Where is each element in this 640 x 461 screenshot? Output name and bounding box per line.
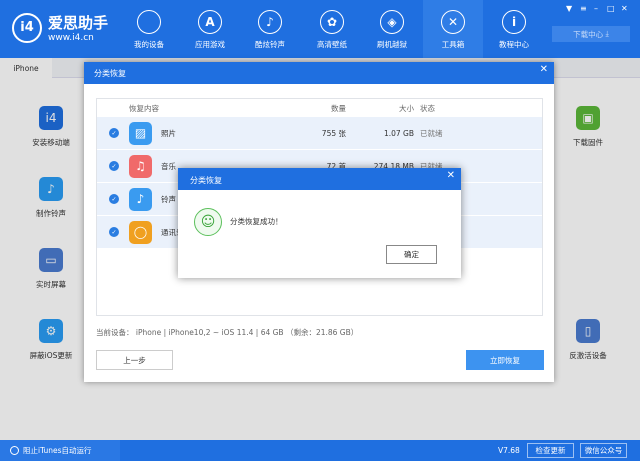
box-icon: ◈ bbox=[380, 10, 404, 34]
skin-icon[interactable]: ▼ bbox=[566, 4, 572, 13]
block-itunes-toggle[interactable]: 阻止iTunes自动运行 bbox=[0, 440, 120, 461]
smile-icon: ☺ bbox=[194, 208, 222, 236]
checkbox-checked[interactable]: ✓ bbox=[109, 194, 119, 204]
nav-flash-jailbreak[interactable]: ◈ 刷机越狱 bbox=[362, 0, 422, 58]
close-icon[interactable]: ✕ bbox=[540, 64, 548, 75]
bell-icon: ♪ bbox=[129, 187, 152, 211]
table-header: 恢复内容 数量 大小 状态 bbox=[97, 99, 542, 117]
info-icon: i bbox=[502, 10, 526, 34]
status-bar: 阻止iTunes自动运行 V7.68 检查更新 微信公众号 bbox=[0, 440, 640, 461]
table-row[interactable]: ✓ ▨ 照片 755 张 1.07 GB 已就绪 bbox=[97, 117, 542, 150]
top-bar: i4 爱思助手 www.i4.cn 我的设备 A 应用游戏 ♪ 酷炫铃声 ✿ 高清壁纸 ◈… bbox=[0, 0, 640, 58]
dialog-title: 分类恢复 bbox=[94, 69, 126, 78]
block-itunes-label: 阻止iTunes自动运行 bbox=[23, 446, 92, 455]
check-update-button[interactable]: 检查更新 bbox=[527, 443, 574, 458]
download-center-label: 下载中心 bbox=[573, 29, 604, 39]
ok-button[interactable]: 确定 bbox=[386, 245, 437, 264]
previous-step-button[interactable]: 上一步 bbox=[96, 350, 173, 370]
version-label: V7.68 bbox=[498, 446, 520, 455]
nav-toolbox[interactable]: ✕ 工具箱 bbox=[423, 0, 483, 58]
close-icon[interactable]: ✕ bbox=[447, 170, 455, 181]
header-count: 数量 bbox=[331, 103, 346, 113]
apple-icon bbox=[137, 10, 161, 34]
nav-label: 应用游戏 bbox=[195, 40, 225, 49]
row-count: 755 张 bbox=[321, 128, 346, 138]
row-name: 铃声 bbox=[161, 194, 176, 204]
bell-icon: ♪ bbox=[258, 10, 282, 34]
music-icon: ♫ bbox=[129, 154, 152, 178]
app-store-icon: A bbox=[198, 10, 222, 34]
restore-now-button[interactable]: 立即恢复 bbox=[466, 350, 544, 370]
nav-my-device[interactable]: 我的设备 bbox=[119, 0, 179, 58]
photo-icon: ▨ bbox=[129, 121, 152, 145]
nav-apps[interactable]: A 应用游戏 bbox=[180, 0, 240, 58]
tools-icon: ✕ bbox=[441, 10, 465, 34]
wechat-button[interactable]: 微信公众号 bbox=[580, 443, 627, 458]
nav-label: 教程中心 bbox=[499, 40, 529, 49]
alert-message: 分类恢复成功！ bbox=[230, 217, 283, 226]
nav-label: 刷机越狱 bbox=[377, 40, 407, 49]
checkbox-checked[interactable]: ✓ bbox=[109, 128, 119, 138]
nav-tutorials[interactable]: i 教程中心 bbox=[484, 0, 544, 58]
header-status: 状态 bbox=[420, 103, 435, 113]
row-name: 照片 bbox=[161, 128, 176, 138]
device-info: 当前设备： iPhone | iPhone10,2 ~ iOS 11.4 | 6… bbox=[96, 328, 359, 337]
success-alert-dialog: 分类恢复 ✕ ☺ 分类恢复成功！ 确定 bbox=[178, 168, 461, 278]
nav-label: 工具箱 bbox=[441, 40, 465, 49]
row-size: 1.07 GB bbox=[383, 128, 414, 138]
checkbox-checked[interactable]: ✓ bbox=[109, 227, 119, 237]
app-url: www.i4.cn bbox=[48, 33, 94, 43]
radio-icon bbox=[10, 446, 19, 455]
row-status: 已就绪 bbox=[420, 128, 443, 138]
logo: i4 爱思助手 www.i4.cn bbox=[12, 12, 108, 43]
flower-icon: ✿ bbox=[320, 10, 344, 34]
contact-icon: ◯ bbox=[129, 220, 152, 244]
nav-label: 我的设备 bbox=[134, 40, 164, 49]
nav-wallpapers[interactable]: ✿ 高清壁纸 bbox=[302, 0, 362, 58]
checkbox-checked[interactable]: ✓ bbox=[109, 161, 119, 171]
nav-label: 高清壁纸 bbox=[317, 40, 347, 49]
minimize-icon[interactable]: – bbox=[594, 4, 598, 13]
nav-label: 酷炫铃声 bbox=[255, 40, 285, 49]
alert-title: 分类恢复 bbox=[190, 176, 222, 185]
download-center-button[interactable]: 下载中心 ⤓ bbox=[552, 26, 630, 42]
nav-ringtones[interactable]: ♪ 酷炫铃声 bbox=[240, 0, 300, 58]
download-icon: ⤓ bbox=[605, 29, 609, 38]
header-size: 大小 bbox=[399, 103, 414, 113]
close-icon[interactable]: ✕ bbox=[621, 4, 628, 13]
menu-icon[interactable]: ≡ bbox=[580, 4, 587, 13]
app-name: 爱思助手 bbox=[48, 14, 109, 32]
maximize-icon[interactable]: □ bbox=[607, 4, 615, 13]
row-name: 音乐 bbox=[161, 161, 176, 171]
header-content: 恢复内容 bbox=[129, 103, 159, 113]
